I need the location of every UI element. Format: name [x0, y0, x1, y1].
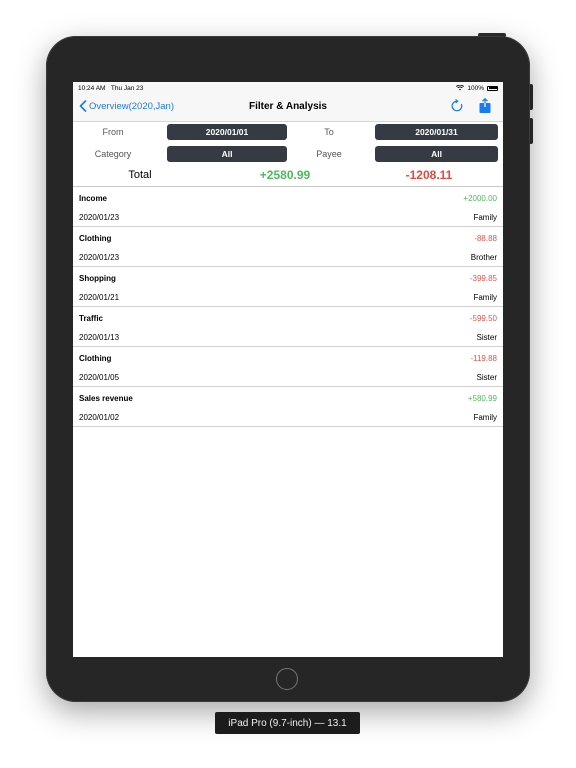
navigation-bar: Overview(2020,Jan) Filter & Analysis	[73, 94, 503, 122]
to-label: To	[324, 127, 334, 137]
transaction-row[interactable]: Income +2000.00 2020/01/23 Family	[73, 187, 503, 227]
transaction-row[interactable]: Clothing -88.88 2020/01/23 Brother	[73, 227, 503, 267]
transaction-date: 2020/01/23	[79, 253, 120, 262]
transaction-row[interactable]: Shopping -399.85 2020/01/21 Family	[73, 267, 503, 307]
transaction-list: Income +2000.00 2020/01/23 Family Clothi…	[73, 187, 503, 427]
refresh-icon[interactable]	[450, 99, 464, 113]
payee-label: Payee	[316, 149, 342, 159]
date-range-row: From 2020/01/01 To 2020/01/31	[73, 122, 503, 144]
transaction-amount: +2000.00	[463, 194, 497, 203]
battery-icon	[487, 85, 498, 91]
wifi-icon	[456, 85, 465, 91]
status-left: 10:24 AM Thu Jan 23	[78, 85, 143, 92]
category-payee-row: Category All Payee All	[73, 144, 503, 166]
transaction-category: Income	[79, 194, 108, 203]
transaction-amount: +580.99	[467, 394, 497, 403]
total-row: Total +2580.99 -1208.11	[73, 166, 503, 186]
transaction-amount: -88.88	[474, 234, 497, 243]
transaction-payee: Brother	[470, 253, 497, 262]
battery-percent: 100%	[467, 84, 484, 92]
device-label: iPad Pro (9.7-inch) — 13.1	[215, 712, 360, 734]
share-icon[interactable]	[478, 98, 492, 114]
transaction-row[interactable]: Traffic -599.50 2020/01/13 Sister	[73, 307, 503, 347]
transaction-payee: Family	[473, 293, 497, 302]
page-title: Filter & Analysis	[249, 101, 327, 112]
transaction-payee: Family	[473, 213, 497, 222]
total-income: +2580.99	[259, 168, 311, 182]
stage: 10:24 AM Thu Jan 23 100% Overview(2020,J…	[0, 0, 576, 768]
transaction-date: 2020/01/13	[79, 333, 120, 342]
transaction-category: Clothing	[79, 354, 112, 363]
transaction-amount: -399.85	[469, 274, 497, 283]
transaction-date: 2020/01/23	[79, 213, 120, 222]
transaction-category: Clothing	[79, 234, 112, 243]
transaction-row[interactable]: Sales revenue +580.99 2020/01/02 Family	[73, 387, 503, 427]
transaction-payee: Sister	[476, 333, 497, 342]
total-expense: -1208.11	[405, 168, 453, 182]
to-date-button[interactable]: 2020/01/31	[375, 124, 498, 140]
status-date: Thu Jan 23	[110, 84, 144, 92]
payee-select-button[interactable]: All	[375, 146, 498, 162]
transaction-date: 2020/01/02	[79, 413, 120, 422]
transaction-date: 2020/01/21	[79, 293, 120, 302]
from-label: From	[102, 127, 124, 137]
status-time: 10:24 AM	[78, 84, 106, 92]
from-date-button[interactable]: 2020/01/01	[167, 124, 287, 140]
transaction-category: Traffic	[79, 314, 104, 323]
transaction-date: 2020/01/05	[79, 373, 120, 382]
transaction-payee: Sister	[476, 373, 497, 382]
transaction-amount: -599.50	[469, 314, 497, 323]
transaction-row[interactable]: Clothing -119.88 2020/01/05 Sister	[73, 347, 503, 387]
status-right: 100%	[456, 85, 498, 92]
status-bar: 10:24 AM Thu Jan 23 100%	[73, 82, 503, 94]
filter-panel: From 2020/01/01 To 2020/01/31 Category A…	[73, 122, 503, 187]
transaction-category: Sales revenue	[79, 394, 133, 403]
app-screen: 10:24 AM Thu Jan 23 100% Overview(2020,J…	[73, 82, 503, 657]
total-label: Total	[128, 169, 152, 181]
transaction-payee: Family	[473, 413, 497, 422]
transaction-category: Shopping	[79, 274, 116, 283]
home-button[interactable]	[276, 668, 298, 690]
transaction-amount: -119.88	[470, 354, 497, 363]
category-label: Category	[94, 149, 132, 159]
category-select-button[interactable]: All	[167, 146, 287, 162]
